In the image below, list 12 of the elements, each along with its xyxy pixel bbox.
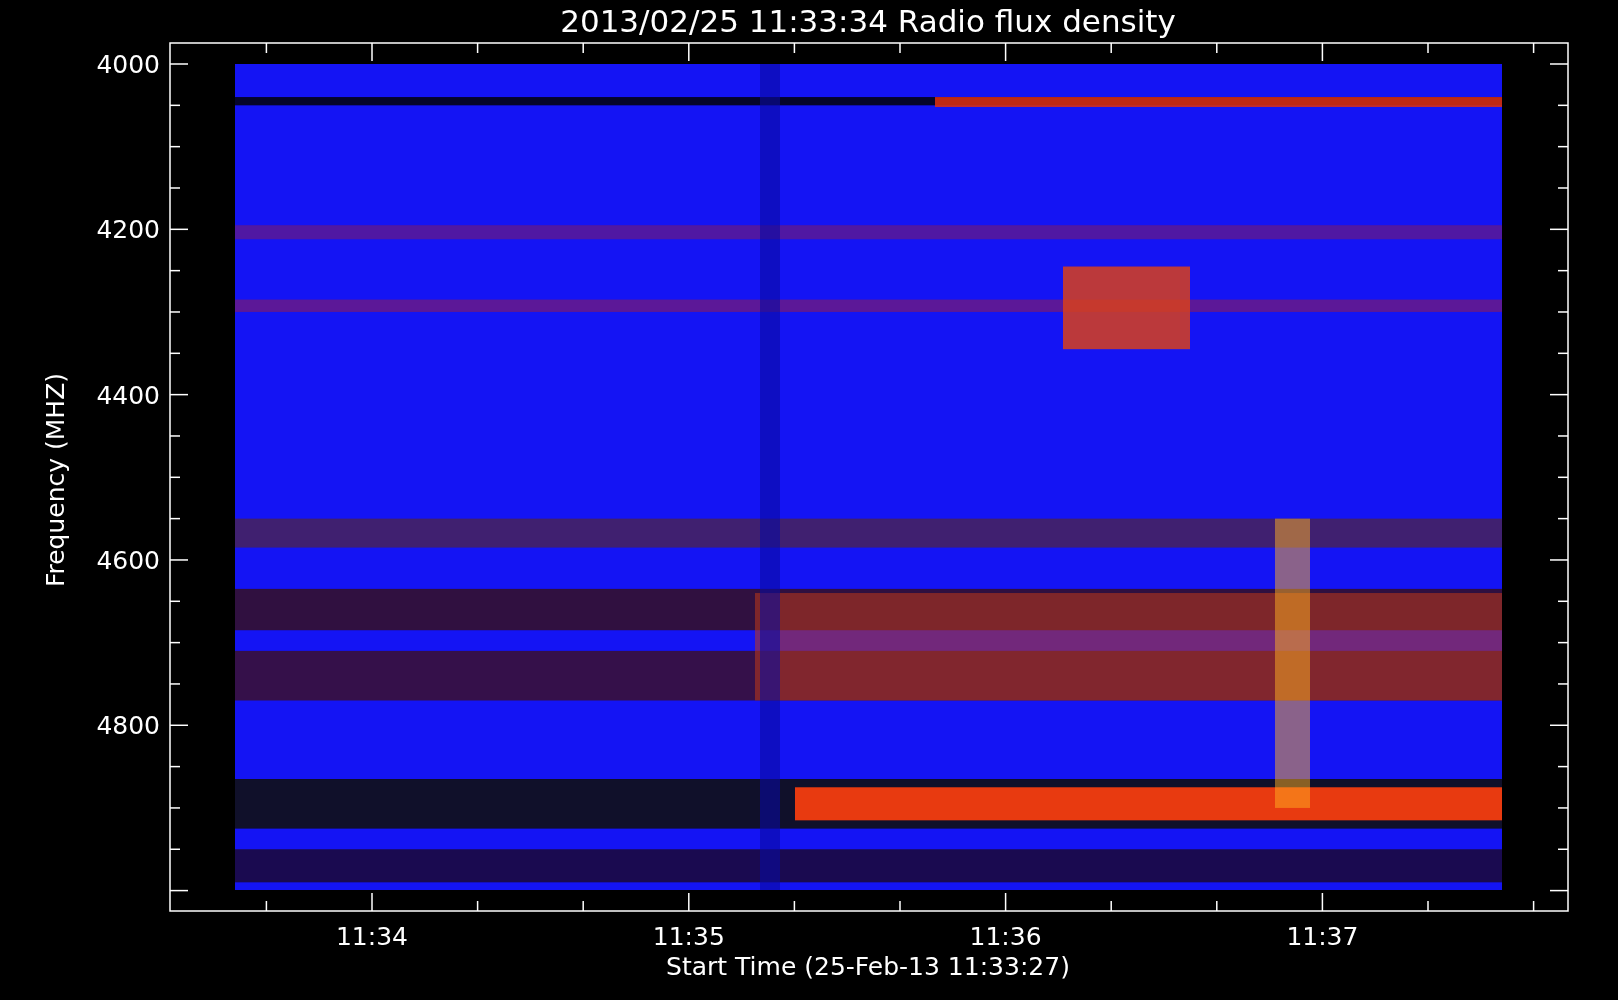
axis-tick-label: 4000 [96, 50, 160, 79]
axis-title: Frequency (MHZ) [41, 372, 70, 588]
axis-tick-label: 11:35 [652, 922, 725, 951]
axis-tick-label: 11:37 [1286, 922, 1359, 951]
axis-tick-label: 4200 [96, 215, 160, 245]
axis-title: Start Time (25-Feb-13 11:33:27) [666, 952, 1070, 981]
axis-tick-label: 4800 [96, 711, 160, 741]
axis-tick-label: 11:34 [336, 922, 408, 951]
chart-title: 2013/02/25 11:33:34 Radio flux density [560, 3, 1176, 39]
axis-tick-label: 11:36 [969, 922, 1042, 951]
axis-tick-label: 4600 [96, 545, 160, 575]
axis-tick-label: 4400 [96, 380, 160, 410]
